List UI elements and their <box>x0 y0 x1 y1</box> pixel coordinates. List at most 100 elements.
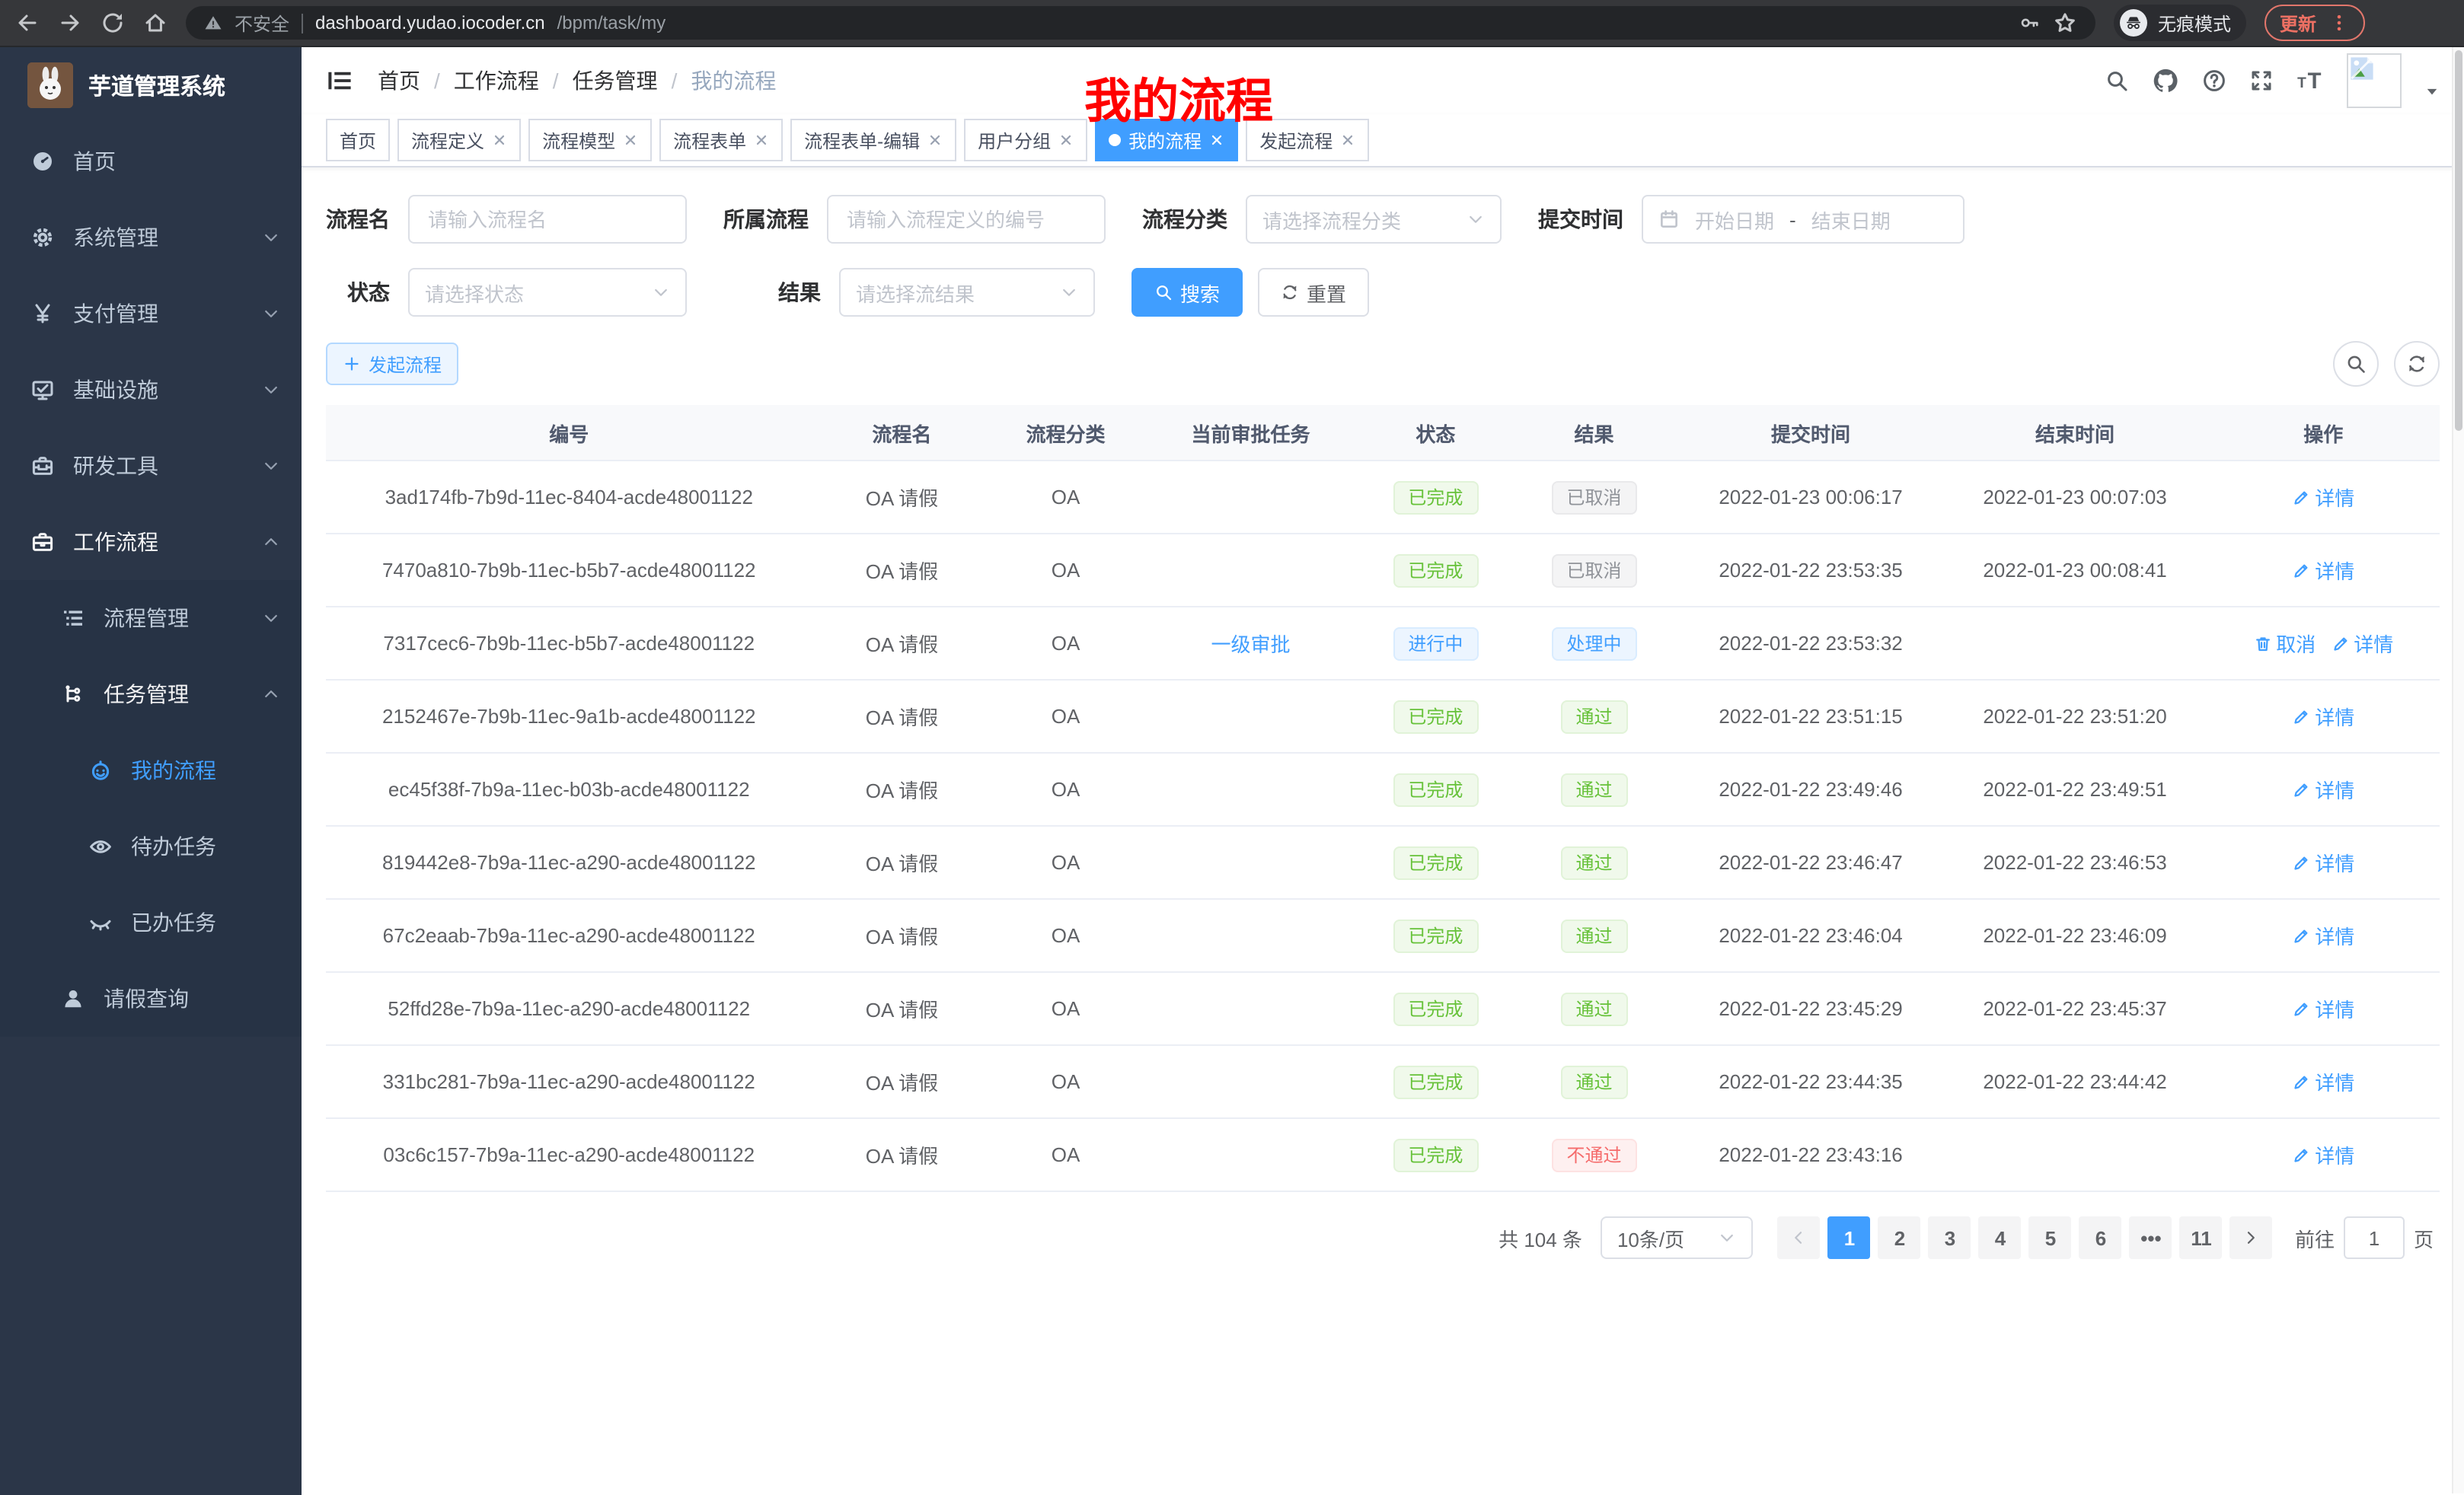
refresh-table-button[interactable] <box>2394 341 2440 387</box>
scrollbar-thumb[interactable] <box>2455 50 2462 431</box>
close-icon[interactable] <box>927 132 943 148</box>
tab-process-form-edit[interactable]: 流程表单-编辑 <box>790 119 956 161</box>
more-pages-button[interactable]: ••• <box>2130 1216 2172 1259</box>
tab-process-definition[interactable]: 流程定义 <box>397 119 521 161</box>
page-scrollbar[interactable] <box>2452 47 2464 1493</box>
page-button[interactable]: 3 <box>1929 1216 1971 1259</box>
password-key-icon[interactable] <box>2019 12 2041 33</box>
cell-result: 已取消 <box>1510 534 1679 607</box>
detail-action[interactable]: 详情 <box>2292 483 2354 512</box>
cell-actions: 详情 <box>2207 972 2440 1045</box>
sidebar-item-label: 请假查询 <box>104 983 189 1014</box>
status-tag: 已完成 <box>1393 1138 1478 1171</box>
sidebar-item-workflow[interactable]: 工作流程 <box>0 504 302 580</box>
show-search-button[interactable] <box>2333 341 2379 387</box>
avatar[interactable] <box>2347 53 2402 108</box>
prev-page-button[interactable] <box>1778 1216 1821 1259</box>
detail-action[interactable]: 详情 <box>2292 1140 2354 1169</box>
close-icon[interactable] <box>492 132 507 148</box>
detail-action[interactable]: 详情 <box>2292 702 2354 731</box>
cell-result: 通过 <box>1510 972 1679 1045</box>
category-select[interactable]: 请选择流程分类 <box>1246 195 1502 244</box>
sidebar-fold-icon[interactable] <box>326 67 353 94</box>
sidebar-item-done-tasks[interactable]: 已办任务 <box>0 885 302 961</box>
page-button[interactable]: 6 <box>2079 1216 2122 1259</box>
back-icon[interactable] <box>15 11 40 35</box>
close-icon[interactable] <box>1058 132 1074 148</box>
sidebar-item-task-mgmt[interactable]: 任务管理 <box>0 656 302 732</box>
detail-action[interactable]: 详情 <box>2292 994 2354 1023</box>
tab-home[interactable]: 首页 <box>326 119 390 161</box>
close-icon[interactable] <box>623 132 638 148</box>
tab-user-group[interactable]: 用户分组 <box>964 119 1087 161</box>
page-button[interactable]: 4 <box>1979 1216 2022 1259</box>
reload-icon[interactable] <box>101 11 125 35</box>
page-button[interactable]: 1 <box>1828 1216 1871 1259</box>
home-icon[interactable] <box>143 11 168 35</box>
sidebar-item-system[interactable]: 系统管理 <box>0 199 302 276</box>
font-size-icon[interactable]: TT <box>2296 67 2324 94</box>
close-icon[interactable] <box>754 132 769 148</box>
page-size-select[interactable]: 10条/页 <box>1601 1216 1753 1259</box>
result-select[interactable]: 请选择流结果 <box>839 268 1095 317</box>
next-page-button[interactable] <box>2230 1216 2273 1259</box>
github-icon[interactable] <box>2152 67 2179 94</box>
sidebar-item-leave-query[interactable]: 请假查询 <box>0 961 302 1037</box>
eye-closed-icon <box>88 910 113 935</box>
browser-menu-icon[interactable] <box>2328 12 2350 33</box>
sidebar-item-payment[interactable]: 支付管理 <box>0 276 302 352</box>
goto-page-input[interactable] <box>2344 1216 2405 1259</box>
detail-action[interactable]: 详情 <box>2292 775 2354 804</box>
start-process-button[interactable]: 发起流程 <box>326 343 458 385</box>
status-tag: 已完成 <box>1393 992 1478 1025</box>
eye-icon <box>88 834 113 859</box>
sidebar-item-dev-tools[interactable]: 研发工具 <box>0 428 302 504</box>
detail-action[interactable]: 详情 <box>2331 629 2393 658</box>
close-icon[interactable] <box>1340 132 1355 148</box>
breadcrumb-item-home[interactable]: 首页 <box>378 65 420 96</box>
security-warning-icon[interactable] <box>204 14 222 32</box>
sidebar-item-todo-tasks[interactable]: 待办任务 <box>0 808 302 885</box>
cancel-action[interactable]: 取消 <box>2253 629 2316 658</box>
close-icon[interactable] <box>1209 132 1224 148</box>
cell-process-name: OA 请假 <box>812 972 991 1045</box>
help-icon[interactable] <box>2202 69 2226 93</box>
page-button[interactable]: 2 <box>1878 1216 1921 1259</box>
sidebar-item-process-mgmt[interactable]: 流程管理 <box>0 580 302 656</box>
search-button[interactable]: 搜索 <box>1131 268 1243 317</box>
page-button[interactable]: 5 <box>2029 1216 2072 1259</box>
owner-process-input[interactable] <box>827 195 1106 244</box>
brand[interactable]: 芋道管理系统 <box>0 47 302 123</box>
detail-action[interactable]: 详情 <box>2292 921 2354 950</box>
tab-process-model[interactable]: 流程模型 <box>528 119 652 161</box>
page-button[interactable]: 11 <box>2180 1216 2223 1259</box>
browser-update-button[interactable]: 更新 <box>2265 5 2365 41</box>
forward-icon[interactable] <box>58 11 82 35</box>
table-toolbar: 发起流程 <box>326 341 2440 387</box>
detail-action[interactable]: 详情 <box>2292 1067 2354 1096</box>
row-actions: 详情 <box>2292 1067 2354 1096</box>
current-task-link[interactable]: 一级审批 <box>1211 629 1290 658</box>
breadcrumb: 首页 / 工作流程 / 任务管理 / 我的流程 <box>378 65 776 96</box>
sidebar-menu: 首页系统管理支付管理基础设施研发工具工作流程流程管理任务管理我的流程待办任务已办… <box>0 123 302 1495</box>
breadcrumb-item-task-mgmt[interactable]: 任务管理 <box>573 65 658 96</box>
detail-action[interactable]: 详情 <box>2292 556 2354 585</box>
reset-button[interactable]: 重置 <box>1258 268 1369 317</box>
fullscreen-icon[interactable] <box>2249 69 2274 93</box>
address-bar[interactable]: 不安全 dashboard.yudao.iocoder.cn /bpm/task… <box>186 6 2095 40</box>
detail-action[interactable]: 详情 <box>2292 848 2354 877</box>
avatar-caret-icon[interactable] <box>2424 84 2440 99</box>
sidebar-item-infrastructure[interactable]: 基础设施 <box>0 352 302 428</box>
sidebar-item-my-process[interactable]: 我的流程 <box>0 732 302 808</box>
breadcrumb-item-workflow[interactable]: 工作流程 <box>454 65 539 96</box>
bookmark-star-icon[interactable] <box>2053 11 2077 35</box>
cell-current-task <box>1140 680 1361 753</box>
tab-process-form[interactable]: 流程表单 <box>659 119 783 161</box>
submit-time-range[interactable]: 开始日期 - 结束日期 <box>1642 195 1964 244</box>
header-search-icon[interactable] <box>2105 69 2129 93</box>
process-name-input[interactable] <box>408 195 687 244</box>
sidebar-item-home[interactable]: 首页 <box>0 123 302 199</box>
status-select[interactable]: 请选择状态 <box>408 268 687 317</box>
browser-toolbar: 不安全 dashboard.yudao.iocoder.cn /bpm/task… <box>0 0 2464 47</box>
briefcase-icon <box>30 530 55 554</box>
